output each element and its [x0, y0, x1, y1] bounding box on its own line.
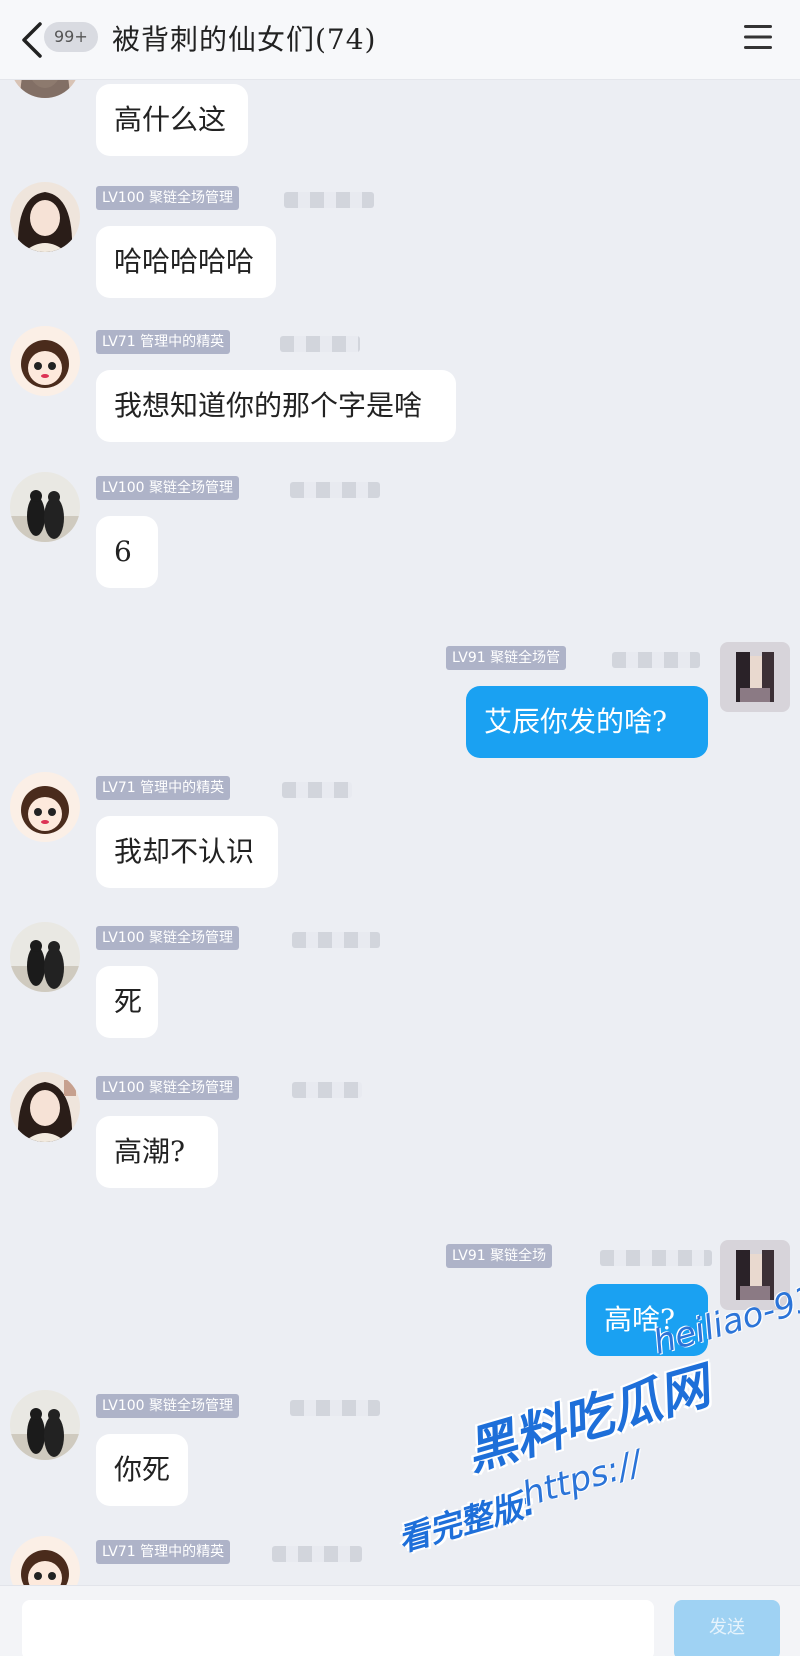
nickname-redacted	[290, 482, 380, 498]
message-bubble[interactable]: 6	[96, 516, 158, 588]
message-bubble[interactable]: 你死	[96, 1434, 188, 1506]
avatar[interactable]	[720, 1240, 790, 1310]
member-level-tag: LV91 聚链全场管	[446, 646, 567, 670]
message-composer: 发送	[0, 1585, 800, 1656]
message-bubble[interactable]: 我想知道你的那个字是啥	[96, 370, 456, 442]
avatar[interactable]	[10, 1390, 80, 1460]
member-level-tag: LV71 管理中的精英	[96, 1540, 231, 1564]
member-level-tag: LV100 聚链全场管理	[96, 1076, 240, 1100]
avatar[interactable]	[720, 642, 790, 712]
member-level-tag: LV100 聚链全场管理	[96, 476, 240, 500]
chat-header: 99+ 被背刺的仙女们(74)	[0, 0, 800, 80]
avatar[interactable]	[10, 772, 80, 842]
member-level-tag: LV91 聚链全场	[446, 1244, 553, 1268]
member-level-tag: LV100 聚链全场管理	[96, 186, 240, 210]
avatar[interactable]	[10, 1536, 80, 1585]
message-bubble[interactable]: 死	[96, 966, 158, 1038]
member-level-tag: LV71 管理中的精英	[96, 330, 231, 354]
message-bubble[interactable]: 高什么这	[96, 84, 248, 156]
member-level-tag: LV71 管理中的精英	[96, 776, 231, 800]
member-level-tag: LV100 聚链全场管理	[96, 1394, 240, 1418]
avatar[interactable]	[10, 922, 80, 992]
message-bubble[interactable]: 我却不认识	[96, 816, 278, 888]
chevron-left-icon[interactable]	[18, 20, 44, 60]
message-input[interactable]	[22, 1600, 654, 1656]
nickname-redacted	[280, 336, 360, 352]
nickname-redacted	[284, 192, 374, 208]
nickname-redacted	[290, 1400, 380, 1416]
message-list[interactable]: 高什么这 LV100 聚链全场管理 哈哈哈哈哈 LV71 管理中的精英 我想知道…	[0, 80, 800, 1585]
chat-title: 被背刺的仙女们(74)	[112, 23, 377, 56]
nickname-redacted	[600, 1250, 712, 1266]
nickname-redacted	[292, 932, 380, 948]
avatar[interactable]	[10, 80, 80, 98]
message-bubble[interactable]: 高啥?	[586, 1284, 708, 1356]
message-bubble[interactable]: 艾辰你发的啥?	[466, 686, 708, 758]
message-bubble[interactable]: 高潮?	[96, 1116, 218, 1188]
nickname-redacted	[282, 782, 352, 798]
avatar[interactable]	[10, 326, 80, 396]
nickname-redacted	[272, 1546, 362, 1562]
message-bubble[interactable]: 哈哈哈哈哈	[96, 226, 276, 298]
avatar[interactable]	[10, 182, 80, 252]
unread-count-badge[interactable]: 99+	[44, 22, 98, 52]
nickname-redacted	[612, 652, 700, 668]
avatar[interactable]	[10, 1072, 80, 1142]
hamburger-menu-icon[interactable]	[742, 22, 774, 52]
avatar[interactable]	[10, 472, 80, 542]
send-button[interactable]: 发送	[674, 1600, 780, 1656]
member-level-tag: LV100 聚链全场管理	[96, 926, 240, 950]
nickname-redacted	[292, 1082, 362, 1098]
